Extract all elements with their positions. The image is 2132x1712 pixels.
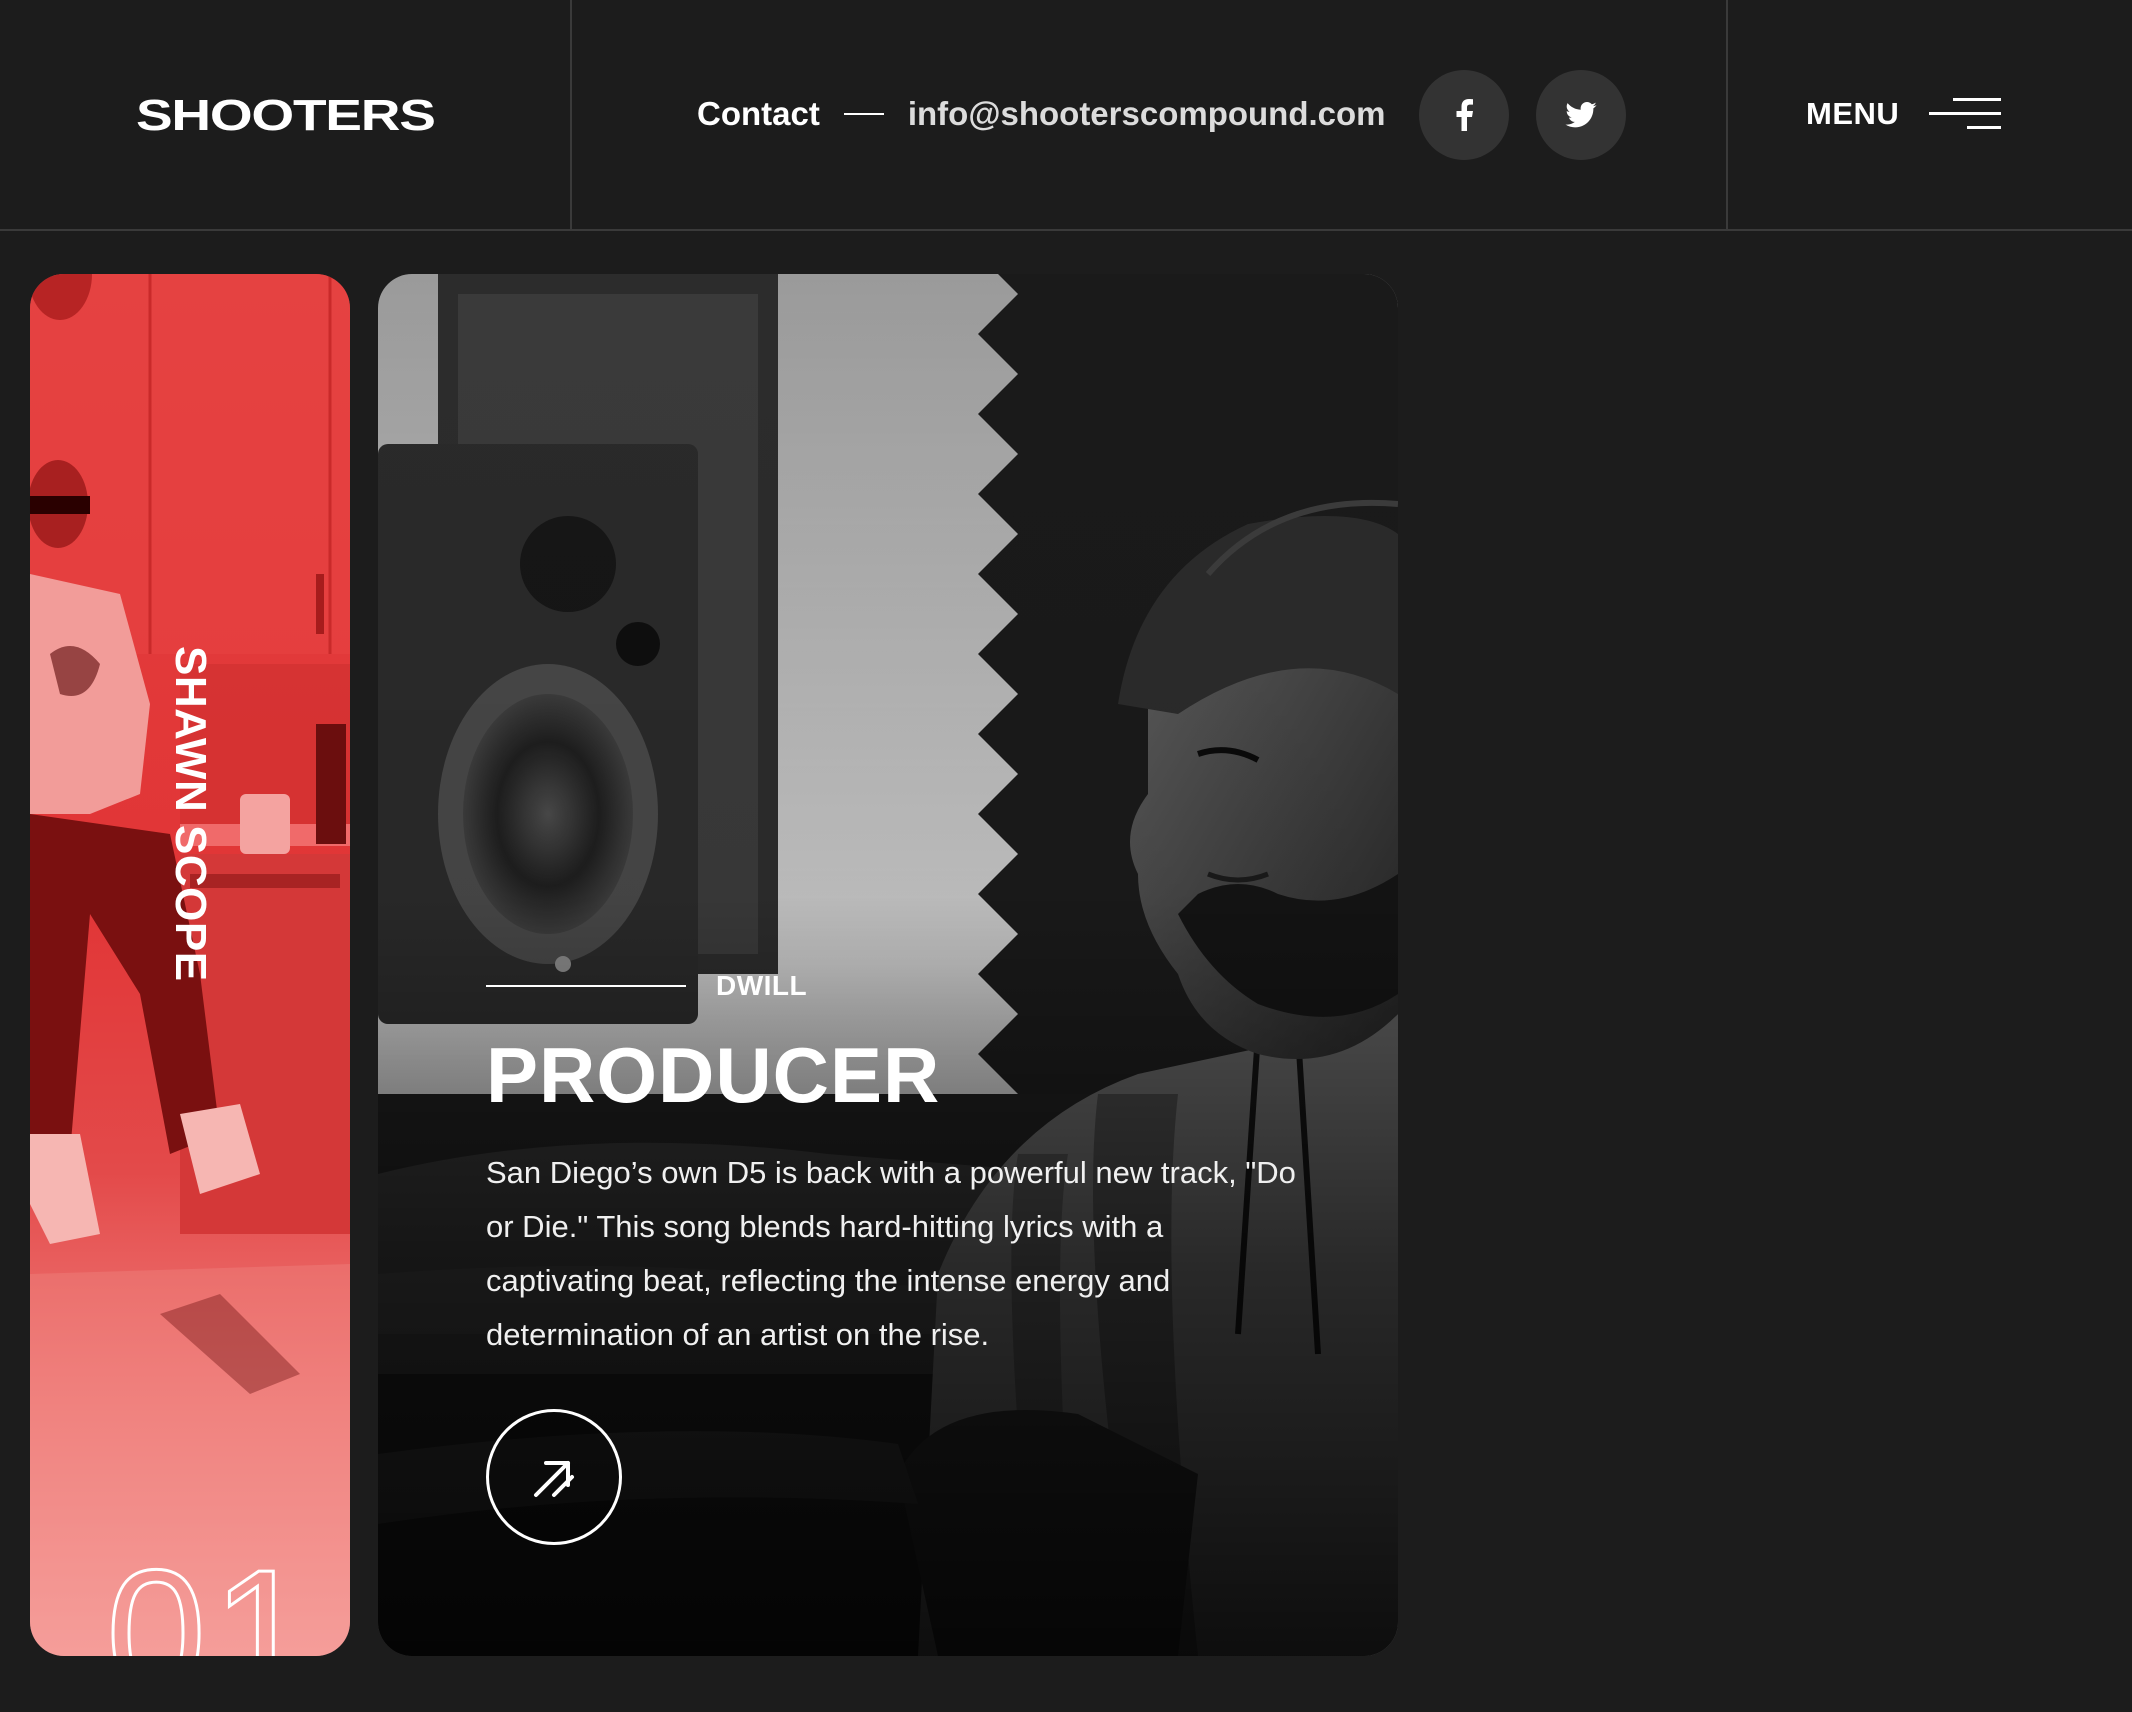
contact-email-link[interactable]: info@shooterscompound.com [908,95,1386,133]
twitter-button[interactable] [1536,70,1626,160]
arrow-up-right-icon [534,1461,574,1497]
member-role: PRODUCER [486,1031,941,1119]
hamburger-icon [1929,94,2002,134]
twitter-icon [1565,102,1597,128]
menu-toggle[interactable]: MENU [1806,92,2002,136]
card-index-number: 01 [104,1533,319,1656]
site-header: SHOOTERS Contact info@shooterscompound.c… [0,0,2132,231]
member-name-vertical: SHAWN SCOPE [166,646,215,982]
facebook-icon [1456,99,1473,131]
member-name-row: DWILL [486,970,807,1002]
contact-block: Contact info@shooterscompound.com [697,92,1386,136]
page: SHOOTERS Contact info@shooterscompound.c… [0,0,2132,1712]
logo-text: SHOOTERS [136,91,436,140]
header-divider-right [1726,0,1728,231]
member-description: San Diego’s own D5 is back with a powerf… [486,1155,1296,1352]
contact-label: Contact [697,95,820,132]
member-name: DWILL [716,970,808,1001]
site-logo[interactable]: SHOOTERS [136,86,436,146]
facebook-button[interactable] [1419,70,1509,160]
header-divider-left [570,0,572,231]
view-profile-button[interactable] [486,1409,622,1545]
contact-dash [843,113,884,115]
team-card-expanded[interactable]: DWILL PRODUCER San Diego’s own D5 is bac… [378,274,1398,1656]
team-card-collapsed[interactable]: SHAWN SCOPE 01 [30,274,350,1656]
name-rule [486,985,686,987]
menu-label: MENU [1806,96,1900,131]
